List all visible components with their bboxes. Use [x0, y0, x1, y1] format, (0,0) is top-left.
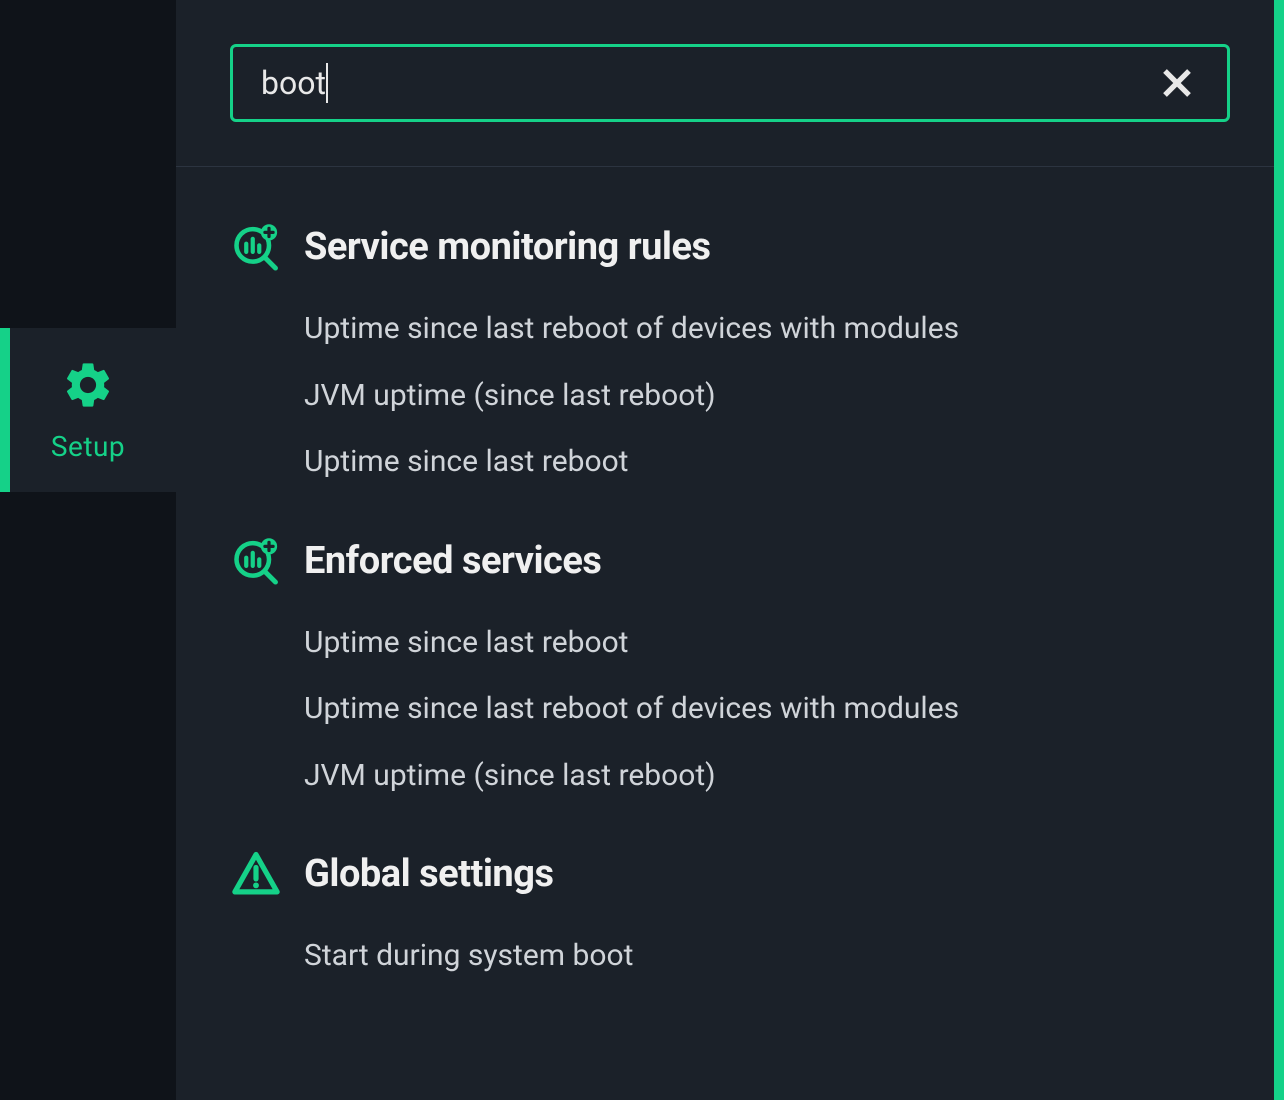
result-link[interactable]: Uptime since last reboot: [304, 623, 1230, 664]
section-title: Global settings: [304, 852, 553, 896]
section-header[interactable]: Global settings: [230, 848, 1230, 900]
close-icon: [1159, 65, 1195, 101]
result-section-global-settings: Global settings Start during system boot: [230, 848, 1230, 977]
section-items: Uptime since last reboot Uptime since la…: [230, 623, 1230, 797]
section-title: Enforced services: [304, 539, 601, 583]
result-section-service-monitoring-rules: Service monitoring rules Uptime since la…: [230, 221, 1230, 483]
result-link[interactable]: Uptime since last reboot: [304, 442, 1230, 483]
result-section-enforced-services: Enforced services Uptime since last rebo…: [230, 535, 1230, 797]
text-cursor: [326, 63, 328, 103]
warning-triangle-icon: [230, 848, 282, 900]
result-link[interactable]: Uptime since last reboot of devices with…: [304, 309, 1230, 350]
sidebar-spacer: [0, 0, 176, 328]
result-link[interactable]: JVM uptime (since last reboot): [304, 756, 1230, 797]
sidebar: Setup: [0, 0, 176, 1100]
section-title: Service monitoring rules: [304, 225, 711, 269]
result-link[interactable]: JVM uptime (since last reboot): [304, 376, 1230, 417]
section-items: Start during system boot: [230, 936, 1230, 977]
section-header[interactable]: Enforced services: [230, 535, 1230, 587]
accent-bar: [1274, 0, 1284, 1100]
section-items: Uptime since last reboot of devices with…: [230, 309, 1230, 483]
sidebar-item-setup[interactable]: Setup: [0, 328, 176, 492]
result-link[interactable]: Uptime since last reboot of devices with…: [304, 689, 1230, 730]
result-link[interactable]: Start during system boot: [304, 936, 1230, 977]
gear-icon: [61, 358, 115, 412]
search-box[interactable]: boot: [230, 44, 1230, 122]
clear-search-button[interactable]: [1155, 61, 1199, 105]
magnify-chart-plus-icon: [230, 221, 282, 273]
magnify-chart-plus-icon: [230, 535, 282, 587]
main-panel: boot: [176, 0, 1284, 1100]
section-header[interactable]: Service monitoring rules: [230, 221, 1230, 273]
search-area: boot: [176, 0, 1284, 167]
search-value: boot: [261, 64, 326, 102]
search-results: Service monitoring rules Uptime since la…: [176, 167, 1284, 1069]
search-input[interactable]: boot: [261, 63, 1155, 103]
sidebar-item-label: Setup: [51, 430, 125, 463]
